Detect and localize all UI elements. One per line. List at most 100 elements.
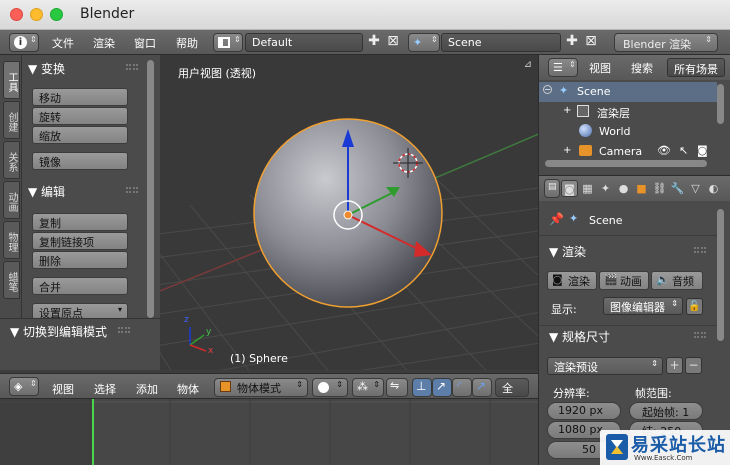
menu-add[interactable]: 添加 <box>136 381 158 397</box>
add-scene-icon[interactable]: ✚ <box>564 34 580 50</box>
data-tab-icon[interactable]: ▽ <box>687 180 704 197</box>
panel-grip-icon[interactable] <box>694 332 706 338</box>
join-button[interactable]: 合并 <box>32 277 128 295</box>
mirror-button[interactable]: 镜像 <box>32 152 128 170</box>
menu-window[interactable]: 窗口 <box>134 35 156 51</box>
render-presets-dropdown[interactable]: 渲染预设 ⇕ <box>547 357 663 375</box>
outliner-menu-search[interactable]: 搜索 <box>631 60 653 76</box>
tool-shelf-scrollbar[interactable] <box>147 60 154 318</box>
editor-type-button[interactable]: ☰ ⇕ <box>548 58 578 77</box>
collapse-icon[interactable]: − <box>543 85 552 94</box>
tab-physics[interactable]: 物理 <box>3 221 20 259</box>
mode-dropdown[interactable]: 物体模式 ⇕ <box>214 378 308 397</box>
eye-icon[interactable]: 👁 <box>657 144 671 157</box>
render-animation-button[interactable]: 🎬 动画 <box>599 271 649 290</box>
duplicate-linked-button[interactable]: 复制链接项 <box>32 232 128 250</box>
manipulator-toggle[interactable]: ⊥ <box>412 378 432 397</box>
remove-preset-icon[interactable]: − <box>685 357 702 374</box>
lock-icon[interactable]: 🔓 <box>686 298 703 315</box>
outliner-scrollbar[interactable] <box>717 84 724 124</box>
screen-layout-field[interactable]: Default <box>245 33 363 52</box>
pivot-align-button[interactable]: ⇋ <box>386 378 408 397</box>
shading-dropdown[interactable]: ⇕ <box>312 378 348 397</box>
tab-grease-pencil[interactable]: 蜡笔 <box>3 261 20 299</box>
material-tab-icon[interactable]: ◐ <box>705 180 722 197</box>
timeline[interactable] <box>0 399 538 465</box>
operator-title[interactable]: ▼ 切换到编辑模式 <box>10 323 107 340</box>
cursor-select-icon[interactable]: ↖ <box>679 144 688 157</box>
panel-grip-icon[interactable] <box>694 247 706 253</box>
display-dropdown[interactable]: 图像编辑器 ⇕ <box>603 297 683 315</box>
tab-animation[interactable]: 动画 <box>3 181 20 219</box>
menu-select[interactable]: 选择 <box>94 381 116 397</box>
translate-manipulator-button[interactable]: ↗ <box>432 378 452 397</box>
modifiers-tab-icon[interactable]: 🔧 <box>669 180 686 197</box>
panel-grip-icon[interactable] <box>118 327 130 333</box>
menu-object[interactable]: 物体 <box>177 381 199 397</box>
panel-grip-icon[interactable] <box>126 187 138 193</box>
add-preset-icon[interactable]: + <box>666 357 683 374</box>
render-toggle-icon[interactable]: ◙ <box>697 144 708 157</box>
add-layout-icon[interactable]: ✚ <box>366 34 382 50</box>
render-tab-icon[interactable]: ◙ <box>561 180 578 197</box>
properties-scrollbar[interactable] <box>717 209 724 341</box>
menu-help[interactable]: 帮助 <box>176 35 198 51</box>
outliner-row-scene[interactable]: − ✦ Scene <box>539 82 717 102</box>
outliner-filter-dropdown[interactable]: 所有场景 <box>667 58 725 77</box>
zoom-window-button[interactable] <box>50 8 63 21</box>
screen-layout-button[interactable]: ⇕ <box>213 33 243 52</box>
render-panel-title[interactable]: ▼ 渲染 <box>549 243 586 260</box>
move-button[interactable]: 移动 <box>32 88 128 106</box>
scene-browse-button[interactable]: ✦ ⇕ <box>408 33 440 52</box>
remove-scene-icon[interactable]: ⊠ <box>583 34 599 50</box>
outliner-hscrollbar[interactable] <box>545 160 707 167</box>
outliner-row-camera[interactable]: + Camera 👁 ↖ ◙ <box>539 142 717 162</box>
transform-orientation-dropdown[interactable]: 全局 <box>495 378 529 411</box>
viewport-corner-icon[interactable]: ⊿ <box>524 59 532 70</box>
editor-type-button[interactable]: i ⇕ <box>9 33 39 52</box>
menu-view[interactable]: 视图 <box>52 381 74 397</box>
scene-tab-icon[interactable]: ✦ <box>597 180 614 197</box>
render-engine-label: Blender 渲染 <box>623 38 692 51</box>
scale-manipulator-button[interactable]: ↗ <box>472 378 492 397</box>
editor-type-button[interactable]: ▤ <box>544 179 560 198</box>
pin-icon[interactable]: 📌 <box>549 212 564 226</box>
menu-render[interactable]: 渲染 <box>93 35 115 51</box>
window-title: Blender <box>80 6 135 22</box>
object-tab-icon[interactable]: ■ <box>633 180 650 197</box>
tab-create[interactable]: 创建 <box>3 101 20 139</box>
remove-layout-icon[interactable]: ⊠ <box>385 34 401 50</box>
minimize-window-button[interactable] <box>30 8 43 21</box>
render-audio-button[interactable]: 🔈 音频 <box>651 271 703 290</box>
rotate-button[interactable]: 旋转 <box>32 107 128 125</box>
rotate-manipulator-button[interactable]: ◜ <box>452 378 472 397</box>
panel-grip-icon[interactable] <box>126 64 138 70</box>
duplicate-button[interactable]: 复制 <box>32 213 128 231</box>
start-frame-field[interactable]: 起始帧: 1 <box>629 402 703 420</box>
scale-icon: ↗ <box>476 379 487 393</box>
delete-button[interactable]: 删除 <box>32 251 128 269</box>
resolution-x-field[interactable]: 1920 px <box>547 402 621 420</box>
render-engine-dropdown[interactable]: Blender 渲染 ⇕ <box>614 33 718 52</box>
3d-viewport[interactable]: 用户视图 (透视) z y x (1) Sphere ⊿ <box>160 55 538 370</box>
tab-relations[interactable]: 关系 <box>3 141 20 179</box>
pivot-dropdown[interactable]: ⁂ ⇕ <box>352 378 384 397</box>
outliner-menu-view[interactable]: 视图 <box>589 60 611 76</box>
constraints-tab-icon[interactable]: ⛓ <box>651 180 668 197</box>
expand-icon[interactable]: + <box>563 105 571 116</box>
scale-button[interactable]: 缩放 <box>32 126 128 144</box>
outliner-row-world[interactable]: World <box>539 122 717 142</box>
expand-icon[interactable]: + <box>563 145 571 156</box>
dimensions-panel-title[interactable]: ▼ 规格尺寸 <box>549 328 610 345</box>
tab-tools[interactable]: 工具 <box>3 61 20 99</box>
editor-type-button[interactable]: ◈ ⇕ <box>9 377 39 396</box>
scene-name-field[interactable]: Scene <box>441 33 561 52</box>
render-layers-tab-icon[interactable]: ▦ <box>579 180 596 197</box>
close-window-button[interactable] <box>10 8 23 21</box>
outliner-row-render-layers[interactable]: + 渲染层 <box>539 102 717 122</box>
render-image-button[interactable]: ◙ 渲染 <box>547 271 597 290</box>
panel-transform-title[interactable]: ▼ 变换 <box>28 60 65 77</box>
world-tab-icon[interactable]: ● <box>615 180 632 197</box>
menu-file[interactable]: 文件 <box>52 35 74 51</box>
panel-edit-title[interactable]: ▼ 编辑 <box>28 183 65 200</box>
